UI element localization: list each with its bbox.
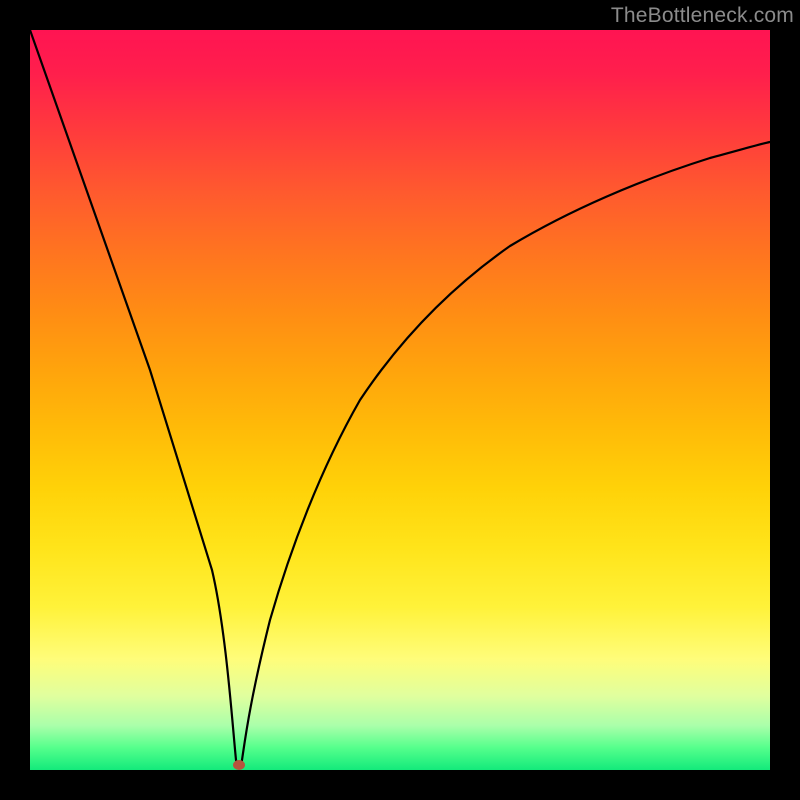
curve-layer: [30, 30, 770, 770]
bottleneck-curve: [30, 30, 770, 765]
minimum-marker: [233, 760, 245, 770]
watermark-text: TheBottleneck.com: [611, 4, 794, 28]
chart-plot-area: [30, 30, 770, 770]
chart-frame: TheBottleneck.com: [0, 0, 800, 800]
